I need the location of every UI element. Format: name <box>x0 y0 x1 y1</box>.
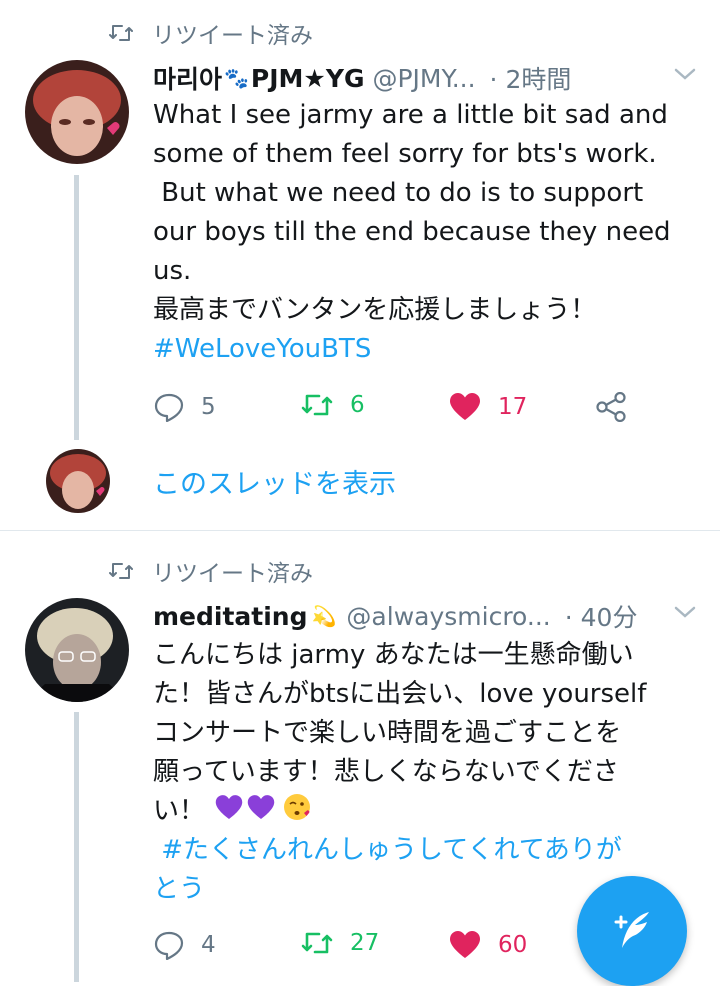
thread-avatar[interactable] <box>46 449 110 513</box>
tweet-header[interactable]: meditating 💫 @alwaysmicro... · 40分 <box>153 598 653 634</box>
share-button[interactable] <box>595 392 643 422</box>
reply-count: 4 <box>201 932 216 958</box>
purple-heart-icon <box>215 794 243 819</box>
retweet-count: 6 <box>350 392 365 418</box>
thread-line <box>74 712 79 982</box>
chevron-down-icon[interactable] <box>673 66 697 86</box>
compose-tweet-button[interactable] <box>577 876 687 986</box>
emoji-group <box>214 792 312 822</box>
handle: @PJMY... <box>372 63 476 93</box>
retweet-indicator: リツイート済み <box>108 554 313 588</box>
reply-count: 5 <box>201 394 216 420</box>
tweet-text: What I see jarmy are a little bit sad an… <box>153 100 671 325</box>
reply-icon <box>154 393 184 422</box>
heart-icon <box>450 393 480 420</box>
retweet-label: リツイート済み <box>152 561 313 587</box>
retweet-count: 27 <box>350 930 380 956</box>
heart-icon <box>450 931 480 958</box>
dizzy-icon: 💫 <box>311 604 337 628</box>
thread-line <box>74 175 79 440</box>
avatar[interactable] <box>25 60 129 164</box>
avatar[interactable] <box>25 598 129 702</box>
tweet-divider <box>0 530 720 531</box>
share-icon <box>596 392 626 422</box>
retweet-icon <box>109 25 133 41</box>
timestamp: · 40分 <box>564 603 638 632</box>
retweet-icon <box>109 563 133 579</box>
retweet-button[interactable]: 27 <box>300 930 379 956</box>
reply-button[interactable]: 4 <box>153 930 216 960</box>
paw-icon: 🐾 <box>224 66 249 90</box>
retweet-indicator: リツイート済み <box>108 16 313 50</box>
like-count: 17 <box>498 394 528 420</box>
retweet-icon <box>301 394 333 416</box>
tweet-header[interactable]: 마리아 🐾 PJM★YG @PJMY... · 2時間 <box>153 60 653 96</box>
show-thread-link[interactable]: このスレッドを表示 <box>153 462 396 501</box>
reply-icon <box>154 931 184 960</box>
retweet-button[interactable]: 6 <box>300 392 365 418</box>
compose-tweet-icon <box>614 912 649 948</box>
display-name-suffix: PJM★YG <box>250 63 365 93</box>
display-name: 마리아 <box>153 65 223 94</box>
purple-heart-icon <box>247 794 275 819</box>
reply-button[interactable]: 5 <box>153 392 216 422</box>
chevron-down-icon[interactable] <box>673 604 697 624</box>
like-count: 60 <box>498 932 528 958</box>
kissing-face-icon <box>284 794 310 820</box>
timestamp: · 2時間 <box>489 65 572 94</box>
like-button[interactable]: 60 <box>448 930 527 960</box>
hashtag-link[interactable]: #WeLoveYouBTS <box>153 330 371 369</box>
handle: @alwaysmicro... <box>346 601 551 631</box>
display-name: meditating <box>153 601 308 631</box>
retweet-icon <box>301 932 333 954</box>
retweet-label: リツイート済み <box>152 23 313 49</box>
like-button[interactable]: 17 <box>448 392 527 422</box>
